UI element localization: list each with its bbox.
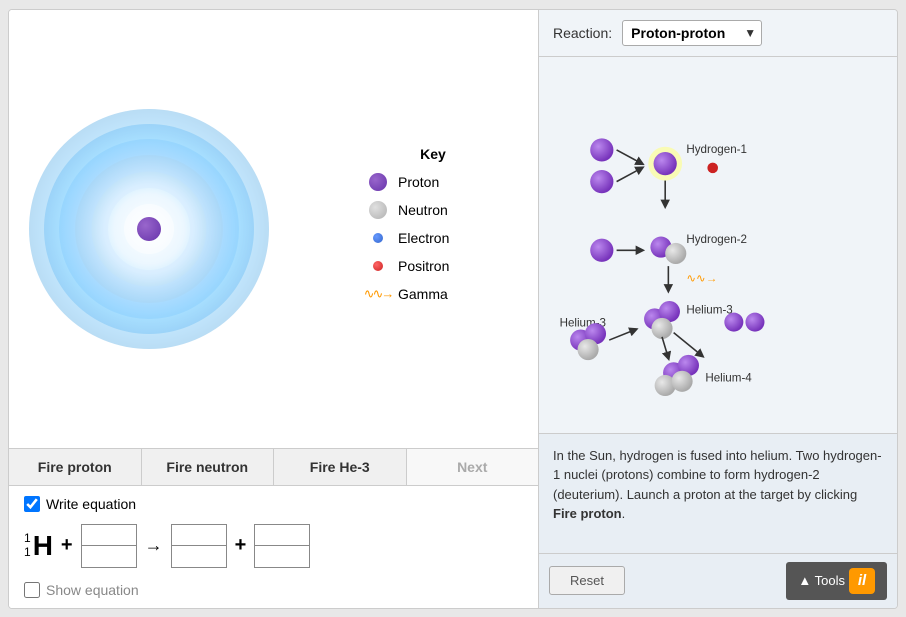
proton-label: Proton xyxy=(398,174,439,190)
key-gamma: ∿∿→ Gamma xyxy=(368,284,498,304)
reaction-header: Reaction: Proton-proton CNO cycle ▼ xyxy=(539,10,897,57)
equation-box-1 xyxy=(81,524,137,568)
neutron-circle xyxy=(369,201,387,219)
arrow-8 xyxy=(662,336,668,357)
reset-button[interactable]: Reset xyxy=(549,566,625,595)
key-panel: Key Proton Neutron E xyxy=(358,136,518,322)
neutron-label: Neutron xyxy=(398,202,448,218)
proton-1 xyxy=(590,138,613,161)
plus-sign-2: + xyxy=(235,534,247,557)
he4-label: Helium-4 xyxy=(705,371,752,384)
eq-box-3-bottom xyxy=(255,546,309,567)
positron-1 xyxy=(707,162,718,173)
fire-proton-button[interactable]: Fire proton xyxy=(9,449,142,485)
eq-box-3-top xyxy=(255,525,309,547)
positron-label: Positron xyxy=(398,258,449,274)
electron-icon xyxy=(368,228,388,248)
proton-3 xyxy=(590,238,613,261)
he3r-n1 xyxy=(651,317,672,338)
gamma-wave-label: ∿∿→ xyxy=(686,271,717,284)
reaction-diagram: Hydrogen-1 Hydrogen-2 ∿∿→ Heli xyxy=(539,57,897,433)
gamma-label: Gamma xyxy=(398,286,448,302)
show-equation-checkbox[interactable] xyxy=(24,582,40,598)
element-letter: H xyxy=(33,530,53,562)
positron-circle xyxy=(373,261,383,271)
reaction-svg: Hydrogen-1 Hydrogen-2 ∿∿→ Heli xyxy=(549,67,887,423)
bottom-bar: Reset ▲ Tools il xyxy=(539,553,897,608)
eq-box-2-top xyxy=(172,525,226,547)
h1-nucleus xyxy=(654,152,677,175)
next-button[interactable]: Next xyxy=(407,449,539,485)
electron-circle xyxy=(373,233,383,243)
key-positron: Positron xyxy=(368,256,498,276)
superscript: 1 xyxy=(24,532,31,545)
reaction-select-wrapper: Proton-proton CNO cycle ▼ xyxy=(622,20,762,46)
key-electron: Electron xyxy=(368,228,498,248)
electron-label: Electron xyxy=(398,230,449,246)
arrow-6 xyxy=(609,329,635,340)
show-equation-row: Show equation xyxy=(24,582,523,598)
key-neutron: Neutron xyxy=(368,200,498,220)
plus-sign-1: + xyxy=(61,534,73,557)
atom-visualization xyxy=(29,109,269,349)
fire-he3-button[interactable]: Fire He-3 xyxy=(274,449,407,485)
gamma-wave: ∿∿→ xyxy=(364,286,393,302)
left-panel: Key Proton Neutron E xyxy=(9,10,539,608)
right-panel: Reaction: Proton-proton CNO cycle ▼ xyxy=(539,10,897,608)
subscript: 1 xyxy=(24,546,31,559)
description-area: In the Sun, hydrogen is fused into heliu… xyxy=(539,433,897,553)
fire-neutron-button[interactable]: Fire neutron xyxy=(142,449,275,485)
positron-icon xyxy=(368,256,388,276)
proton-2 xyxy=(590,170,613,193)
arrow-1 xyxy=(617,149,642,163)
element-symbol: 1 1 H xyxy=(24,530,53,562)
he3-right-label: Helium-3 xyxy=(686,303,732,316)
description-end: . xyxy=(622,506,626,521)
proton-circle xyxy=(369,173,387,191)
ejected-p2 xyxy=(745,312,764,331)
write-equation-label: Write equation xyxy=(46,496,136,512)
eq-box-1-bottom xyxy=(82,546,136,567)
arrow-sign: → xyxy=(145,535,163,556)
reaction-select[interactable]: Proton-proton CNO cycle xyxy=(622,20,762,46)
eq-box-3-inner xyxy=(255,525,309,567)
main-container: Key Proton Neutron E xyxy=(8,9,898,609)
eq-box-2-inner xyxy=(172,525,226,567)
key-title: Key xyxy=(368,146,498,162)
write-equation-row: Write equation xyxy=(24,496,523,512)
arrow-7 xyxy=(674,332,703,355)
atom-nucleus xyxy=(137,217,161,241)
equation-row: 1 1 H + → xyxy=(24,524,523,568)
he3l-n1 xyxy=(578,339,599,360)
key-proton: Proton xyxy=(368,172,498,192)
buttons-bar: Fire proton Fire neutron Fire He-3 Next xyxy=(9,448,538,486)
equation-area: Write equation 1 1 H + xyxy=(9,486,538,608)
equation-box-2 xyxy=(171,524,227,568)
fire-proton-bold: Fire proton xyxy=(553,506,622,521)
reaction-label: Reaction: xyxy=(553,25,612,41)
nucleus-scripts: 1 1 xyxy=(24,532,31,558)
proton-icon xyxy=(368,172,388,192)
show-equation-label: Show equation xyxy=(46,582,139,598)
h2-label: Hydrogen-2 xyxy=(686,232,747,245)
equation-box-3 xyxy=(254,524,310,568)
he4-n2 xyxy=(672,370,693,391)
gamma-icon: ∿∿→ xyxy=(368,284,388,304)
neutron-icon xyxy=(368,200,388,220)
write-equation-checkbox[interactable] xyxy=(24,496,40,512)
tools-icon-letter: il xyxy=(858,572,866,589)
atom-area: Key Proton Neutron E xyxy=(9,10,538,448)
arrow-2 xyxy=(617,167,642,181)
tools-orange-icon: il xyxy=(849,568,875,594)
eq-box-1-top xyxy=(82,525,136,547)
eq-box-1-inner xyxy=(82,525,136,567)
tools-label: ▲ Tools xyxy=(798,573,845,588)
h2-neutron xyxy=(665,242,686,263)
ejected-p1 xyxy=(724,312,743,331)
eq-box-2-bottom xyxy=(172,546,226,567)
tools-button[interactable]: ▲ Tools il xyxy=(786,562,887,600)
h1-label: Hydrogen-1 xyxy=(686,143,747,156)
description-text: In the Sun, hydrogen is fused into heliu… xyxy=(553,448,882,502)
